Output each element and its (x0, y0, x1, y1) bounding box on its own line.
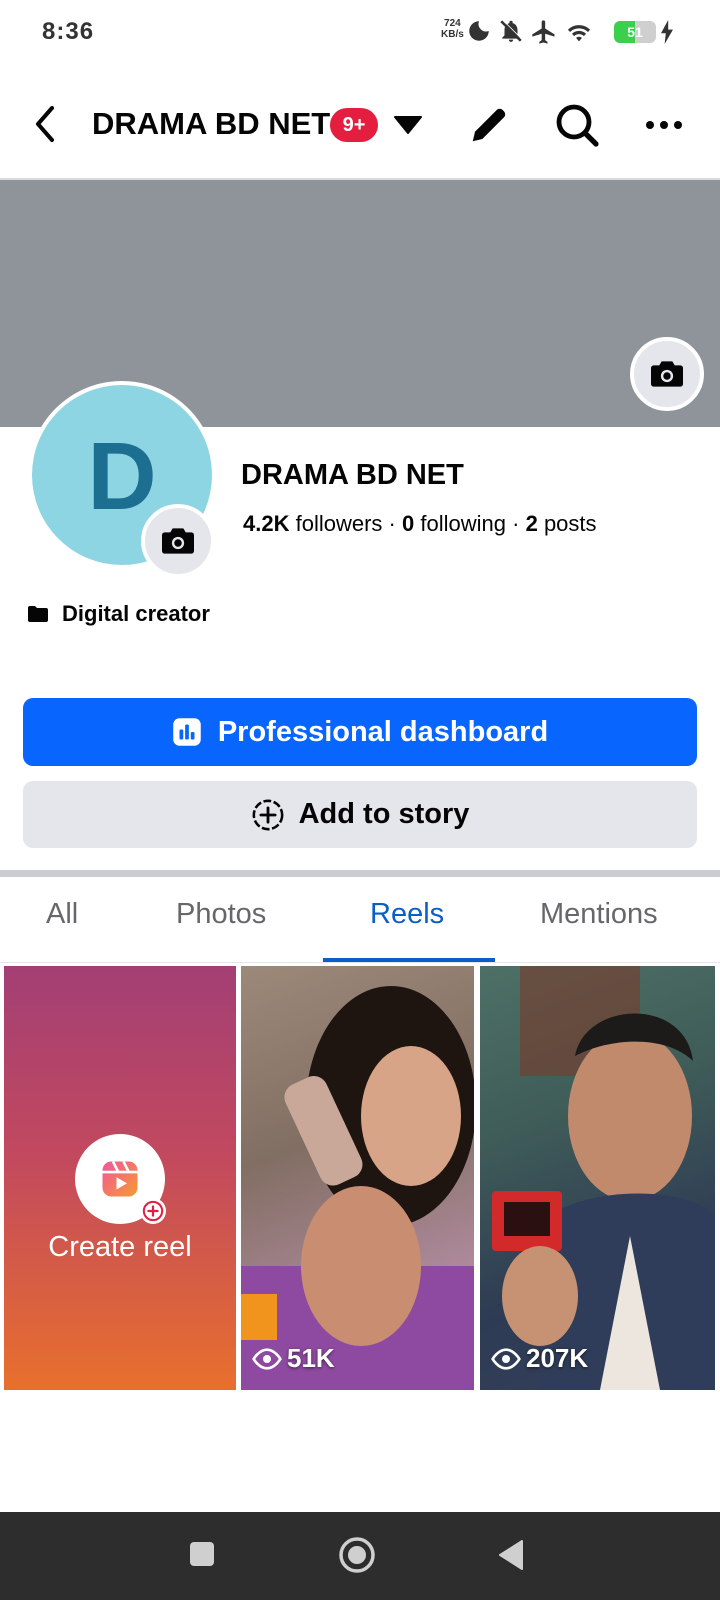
wifi-icon (567, 25, 591, 42)
create-reel-tile[interactable]: Create reel (4, 966, 236, 1390)
view-count: 207K (490, 1343, 588, 1374)
dashboard-chart-icon (173, 718, 201, 746)
briefcase-icon (28, 606, 48, 622)
view-count-value: 207K (526, 1343, 589, 1373)
posts-count: 2 (525, 511, 538, 536)
back-arrow-icon[interactable] (30, 104, 60, 144)
tab-photos[interactable]: Photos (176, 898, 266, 931)
followers-label[interactable]: followers (296, 511, 383, 536)
avatar-letter: D (87, 423, 157, 530)
airplane-icon (532, 20, 555, 44)
moon-icon (469, 21, 489, 41)
notification-badge: 9+ (330, 108, 378, 142)
camera-icon (651, 361, 683, 387)
section-separator (0, 870, 720, 877)
reel-thumbnail-image (241, 966, 474, 1390)
add-to-story-button[interactable]: Add to story (23, 781, 697, 848)
network-speed-unit: KB/s (441, 29, 464, 40)
profile-category: Digital creator (26, 601, 210, 627)
category-label: Digital creator (62, 601, 210, 626)
tabs-divider (0, 962, 720, 963)
network-speed-value: 724 (444, 18, 461, 29)
status-bar (0, 0, 720, 66)
avatar-camera-button[interactable] (141, 504, 215, 578)
more-icon[interactable] (644, 113, 684, 137)
reel-thumbnail[interactable]: 207K (480, 966, 715, 1390)
stats-separator: · (512, 511, 520, 536)
reel-thumbnail[interactable]: 51K (241, 966, 474, 1390)
reels-icon (102, 1160, 138, 1197)
edit-pencil-icon[interactable] (467, 101, 513, 147)
profile-name: DRAMA BD NET (241, 459, 464, 491)
view-count-value: 51K (287, 1343, 335, 1373)
story-button-label: Add to story (298, 798, 470, 830)
add-circle-icon (252, 799, 284, 830)
stats-separator: · (388, 511, 396, 536)
battery-indicator: 51 (614, 21, 656, 43)
tab-all[interactable]: All (46, 898, 78, 931)
eye-icon (252, 1347, 282, 1370)
nav-home-icon[interactable] (337, 1535, 377, 1575)
nav-square-icon[interactable] (188, 1540, 216, 1568)
reel-thumbnail-image (492, 966, 715, 1390)
dropdown-caret-icon[interactable] (393, 114, 423, 136)
cover-camera-button[interactable] (630, 337, 704, 411)
dashboard-button-label: Professional dashboard (217, 715, 549, 748)
page-title[interactable]: DRAMA BD NET (92, 106, 330, 142)
add-reel-plus (140, 1198, 166, 1224)
create-reel-label: Create reel (48, 1231, 192, 1263)
camera-icon (162, 528, 194, 554)
status-time: 8:36 (42, 18, 95, 45)
posts-label: posts (543, 511, 597, 536)
tab-mentions[interactable]: Mentions (540, 898, 658, 931)
view-count: 51K (251, 1343, 335, 1374)
plus-circle-icon (142, 1200, 164, 1222)
battery-level: 51 (627, 24, 643, 40)
professional-dashboard-button[interactable]: Professional dashboard (23, 698, 697, 766)
nav-back-icon[interactable] (496, 1538, 526, 1572)
following-count[interactable]: 0 (402, 511, 414, 536)
charging-icon (661, 20, 673, 44)
bell-off-icon (500, 19, 523, 42)
search-icon[interactable] (553, 101, 601, 149)
following-label[interactable]: following (420, 511, 506, 536)
network-speed: 724 KB/s (441, 18, 464, 40)
profile-stats: 4.2K followers · 0 following · 2 posts (243, 511, 597, 537)
eye-icon (491, 1347, 521, 1370)
tab-reels[interactable]: Reels (370, 898, 444, 931)
followers-count[interactable]: 4.2K (243, 511, 289, 536)
